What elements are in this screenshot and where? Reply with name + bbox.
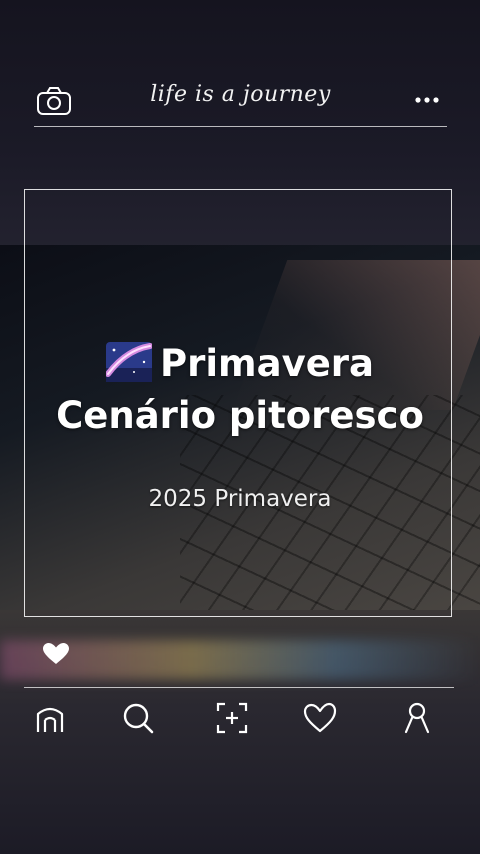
post-title: Primavera Cenário pitoresco bbox=[0, 338, 480, 442]
heart-outline-icon[interactable] bbox=[302, 700, 338, 736]
home-icon[interactable] bbox=[32, 700, 68, 736]
more-icon[interactable] bbox=[413, 90, 441, 110]
heart-icon[interactable] bbox=[42, 642, 70, 666]
title-line-1: Primavera bbox=[0, 338, 480, 390]
milky-way-emoji-icon bbox=[105, 342, 153, 382]
add-icon[interactable] bbox=[214, 700, 250, 736]
search-icon[interactable] bbox=[120, 700, 156, 736]
app-logo: life is a journey bbox=[150, 82, 331, 107]
light-streak bbox=[0, 640, 480, 680]
profile-icon[interactable] bbox=[399, 700, 435, 736]
bottom-nav bbox=[24, 687, 454, 748]
title-line-2: Cenário pitoresco bbox=[56, 394, 424, 437]
header: life is a journey bbox=[34, 80, 447, 127]
post-subtitle: 2025 Primavera bbox=[148, 486, 332, 512]
title-text-1: Primavera bbox=[160, 342, 374, 385]
